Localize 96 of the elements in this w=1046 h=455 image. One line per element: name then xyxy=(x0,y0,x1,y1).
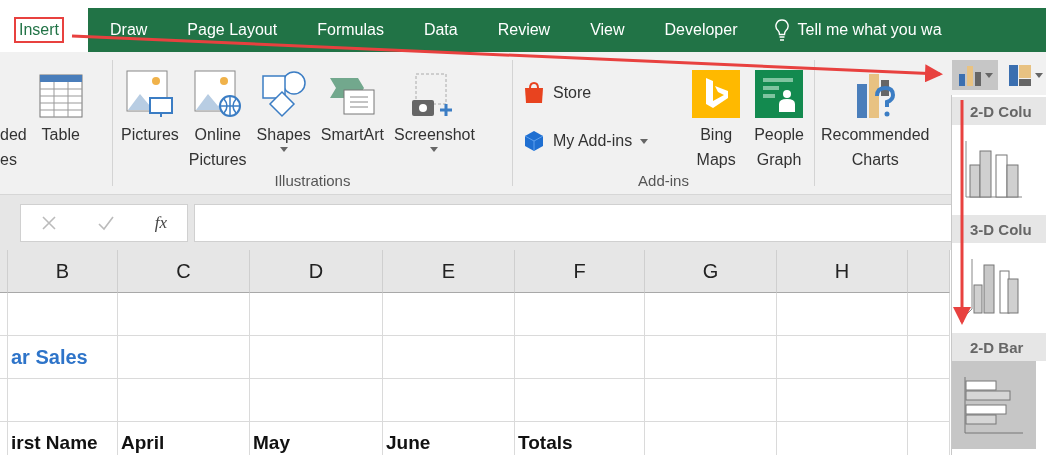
sheet-cell[interactable] xyxy=(8,293,118,336)
column-label: Totals xyxy=(518,432,573,454)
shapes-icon xyxy=(259,70,308,118)
column-header[interactable] xyxy=(0,250,8,293)
sheet-cell[interactable] xyxy=(515,293,645,336)
pictures-button[interactable]: Pictures xyxy=(121,60,179,172)
recommended-button[interactable]: Recommended Charts xyxy=(821,60,930,172)
screenshot-button[interactable]: Screenshot xyxy=(394,60,475,172)
sheet-cell[interactable] xyxy=(0,293,8,336)
sheet-cell[interactable] xyxy=(645,336,777,379)
cancel-icon[interactable] xyxy=(40,214,57,231)
store-button[interactable]: Store xyxy=(523,76,679,110)
my-addins-button[interactable]: My Add-ins xyxy=(523,124,679,158)
people-graph-icon xyxy=(755,70,804,118)
sheet-cell[interactable] xyxy=(908,293,950,336)
column-label: June xyxy=(386,432,431,454)
group-label: Illustrations xyxy=(273,172,352,189)
table-button[interactable]: Table xyxy=(38,60,83,172)
column-header[interactable]: E xyxy=(383,250,515,293)
sheet-cell[interactable] xyxy=(515,336,645,379)
sheet-cell[interactable] xyxy=(515,379,645,422)
sheet-cell[interactable] xyxy=(777,336,908,379)
chart-option[interactable] xyxy=(952,361,1036,449)
column-label: May xyxy=(253,432,290,454)
column-chart-icon xyxy=(957,64,982,86)
ribbon-tab[interactable]: View xyxy=(590,21,625,39)
column-header[interactable]: G xyxy=(645,250,777,293)
group-label: Add-ins xyxy=(637,172,690,189)
sheet-cell[interactable] xyxy=(383,293,515,336)
tell-me-field[interactable]: Tell me what you wa xyxy=(797,21,942,39)
column-header[interactable]: B xyxy=(8,250,118,293)
sheet-cell[interactable] xyxy=(250,379,383,422)
bing-button[interactable]: Bing Maps xyxy=(692,60,741,172)
menu-section-header: 2-D Colu xyxy=(952,97,1046,125)
caret-icon xyxy=(430,147,439,152)
sheet-cell[interactable]: Totals xyxy=(515,422,645,455)
smartart-button[interactable]: SmartArt xyxy=(320,60,384,172)
sheet-cell[interactable]: irst Name xyxy=(8,422,118,455)
chart-type-button[interactable] xyxy=(952,60,998,90)
table-icon xyxy=(38,74,83,118)
sheet-cell[interactable]: June xyxy=(383,422,515,455)
sheet-cell[interactable] xyxy=(118,379,250,422)
sheet-cell[interactable] xyxy=(777,379,908,422)
ribbon-tab[interactable]: Draw xyxy=(110,21,148,39)
column-header[interactable]: H xyxy=(777,250,908,293)
store-bag-icon xyxy=(523,82,545,104)
ribbon-tab[interactable]: Developer xyxy=(664,21,738,39)
sheet-cell[interactable] xyxy=(777,293,908,336)
sheet-cell[interactable] xyxy=(118,293,250,336)
caret-icon xyxy=(279,147,288,152)
menu-section-header: 3-D Colu xyxy=(952,215,1046,243)
sheet-cell[interactable] xyxy=(908,336,950,379)
column-chart-icon xyxy=(964,139,1024,199)
sheet-cell[interactable] xyxy=(8,379,118,422)
sheet-cell[interactable]: May xyxy=(250,422,383,455)
shapes-button[interactable]: Shapes xyxy=(256,60,311,172)
addins-cube-icon xyxy=(523,130,545,152)
caret-icon xyxy=(640,138,649,144)
people-button[interactable]: People Graph xyxy=(754,60,804,172)
ribbon-button[interactable]: ded es xyxy=(0,60,27,172)
insert-function-button[interactable]: fx xyxy=(154,212,168,233)
sheet-cell[interactable] xyxy=(250,336,383,379)
sheet-cell[interactable] xyxy=(383,379,515,422)
sheet-cell[interactable] xyxy=(908,379,950,422)
sheet-cell[interactable] xyxy=(0,336,8,379)
menu-section-header: 2-D Bar xyxy=(952,333,1046,361)
bing-logo-icon xyxy=(692,70,741,118)
ribbon-tab[interactable]: Page Layout xyxy=(187,21,278,39)
bar-chart-icon xyxy=(963,375,1025,435)
ribbon-tab[interactable]: Review xyxy=(497,21,551,39)
treemap-chart-icon xyxy=(1007,64,1032,86)
picture-globe-icon xyxy=(193,70,242,118)
sheet-cell[interactable] xyxy=(645,293,777,336)
ribbon-tab[interactable]: Data xyxy=(423,21,458,39)
online-button[interactable]: Online Pictures xyxy=(188,60,247,172)
ribbon-tab[interactable]: Formulas xyxy=(317,21,384,39)
caret-icon xyxy=(984,72,993,78)
sheet-cell[interactable]: April xyxy=(118,422,250,455)
sheet-title: ar Sales xyxy=(11,345,88,369)
column-header[interactable]: C xyxy=(118,250,250,293)
sheet-cell[interactable] xyxy=(0,379,8,422)
column-label: April xyxy=(121,432,165,454)
lightbulb-icon xyxy=(775,19,790,41)
sheet-cell[interactable] xyxy=(250,293,383,336)
sheet-cell[interactable] xyxy=(383,336,515,379)
column-header[interactable]: D xyxy=(250,250,383,293)
check-icon[interactable] xyxy=(96,214,115,231)
column-header[interactable] xyxy=(908,250,950,293)
column-header[interactable]: F xyxy=(515,250,645,293)
caret-icon xyxy=(1034,72,1043,78)
sheet-cell[interactable] xyxy=(118,336,250,379)
ribbon-tab[interactable]: Insert xyxy=(14,17,64,43)
sheet-cell[interactable]: ar Sales xyxy=(8,336,118,379)
sheet-cell[interactable] xyxy=(645,379,777,422)
picture-monitor-icon xyxy=(125,70,174,118)
column-label: irst Name xyxy=(11,432,98,454)
